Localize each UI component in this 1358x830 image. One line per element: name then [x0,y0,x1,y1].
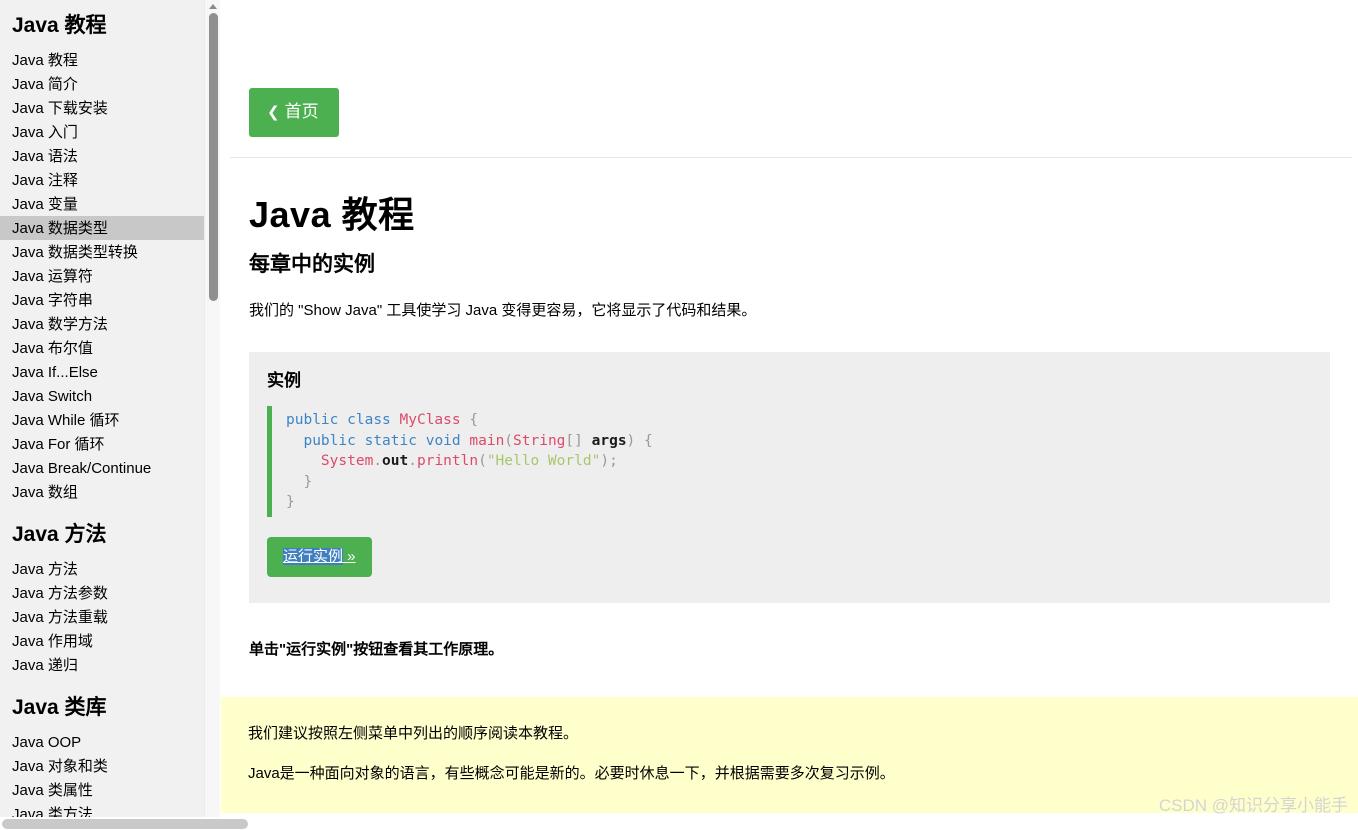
sidebar-navigation: Java 教程Java 教程Java 简介Java 下载安装Java 入门Jav… [0,0,204,830]
code-token: { [644,433,653,449]
home-button-container: ❮首页 [221,0,1358,137]
run-example-label: 运行实例 [283,548,343,565]
main-content: ❮首页 Java 教程 每章中的实例 我们的 "Show Java" 工具使学习… [221,0,1358,830]
example-panel: 实例 public class MyClass { public static … [249,352,1330,603]
sidebar-item-1-7[interactable]: Java 变量 [0,192,204,216]
code-token: ) [627,433,636,449]
page-horizontal-scrollbar[interactable] [0,817,1358,830]
code-token: MyClass [400,412,461,428]
code-token [635,433,644,449]
sidebar-item-1-9[interactable]: Java 数据类型转换 [0,240,204,264]
code-token [356,433,365,449]
sidebar-scrollbar-thumb[interactable] [209,13,218,301]
tip-paragraph: Java是一种面向对象的语言，有些概念可能是新的。必要时休息一下，并根据需要多次… [248,763,1330,785]
page-title: Java 教程 [249,194,1330,236]
code-token: "Hello World" [487,453,601,469]
code-token: } [303,474,312,490]
tip-paragraph: 我们建议按照左侧菜单中列出的顺序阅读本教程。 [248,723,1330,745]
sidebar-item-2-2[interactable]: Java 方法参数 [0,581,204,605]
sidebar-item-1-1[interactable]: Java 教程 [0,48,204,72]
code-token [286,474,303,490]
code-token [583,433,592,449]
sidebar-item-1-8[interactable]: Java 数据类型 [0,216,204,240]
code-token [391,412,400,428]
bold-instruction-note: 单击"运行实例"按钮查看其工作原理。 [249,639,1330,661]
sidebar-item-1-11[interactable]: Java 字符串 [0,288,204,312]
code-token [338,412,347,428]
sidebar-section-heading: Java 方法 [0,504,204,557]
code-token: System [321,453,373,469]
run-example-chevrons-icon: » [343,548,356,565]
sidebar-item-1-6[interactable]: Java 注释 [0,168,204,192]
sidebar-item-2-1[interactable]: Java 方法 [0,557,204,581]
sidebar-item-1-15[interactable]: Java Switch [0,384,204,408]
code-token: { [469,412,478,428]
lead-paragraph: 我们的 "Show Java" 工具使学习 Java 变得更容易，它将显示了代码… [249,300,1330,322]
code-token: [] [565,433,582,449]
sidebar-item-1-13[interactable]: Java 布尔值 [0,336,204,360]
header-divider [230,157,1352,158]
sidebar-item-1-5[interactable]: Java 语法 [0,144,204,168]
code-token: ) [600,453,609,469]
code-token: main [469,433,504,449]
horizontal-scrollbar-thumb[interactable] [2,819,248,829]
sidebar-item-2-4[interactable]: Java 作用域 [0,629,204,653]
csdn-watermark: CSDN @知识分享小能手 [1159,791,1348,816]
section-subtitle: 每章中的实例 [249,252,1330,278]
code-token: ( [504,433,513,449]
sidebar-item-3-2[interactable]: Java 对象和类 [0,754,204,778]
sidebar-vertical-scrollbar[interactable] [204,0,220,830]
code-token: ( [478,453,487,469]
home-button-label: 首页 [285,102,319,121]
run-example-button[interactable]: 运行实例 » [267,537,372,577]
sidebar-item-3-1[interactable]: Java OOP [0,730,204,754]
code-token [286,433,303,449]
sidebar-item-1-14[interactable]: Java If...Else [0,360,204,384]
article-body: Java 教程 每章中的实例 我们的 "Show Java" 工具使学习 Jav… [221,194,1358,830]
code-token: public [286,412,338,428]
code-token: . [373,453,382,469]
sidebar-item-1-4[interactable]: Java 入门 [0,120,204,144]
sidebar-item-2-3[interactable]: Java 方法重载 [0,605,204,629]
sidebar-section-heading: Java 类库 [0,677,204,730]
sidebar-item-3-3[interactable]: Java 类属性 [0,778,204,802]
code-token: . [408,453,417,469]
sidebar-item-1-3[interactable]: Java 下载安装 [0,96,204,120]
sidebar-item-1-16[interactable]: Java While 循环 [0,408,204,432]
code-block-container: public class MyClass { public static voi… [267,406,1312,517]
sidebar-item-1-2[interactable]: Java 简介 [0,72,204,96]
code-token: println [417,453,478,469]
sidebar-item-1-17[interactable]: Java For 循环 [0,432,204,456]
chevron-left-icon: ❮ [267,104,285,121]
sidebar-item-1-18[interactable]: Java Break/Continue [0,456,204,480]
sidebar-list: Java 教程Java 教程Java 简介Java 下载安装Java 入门Jav… [0,0,204,830]
code-token [417,433,426,449]
code-token [286,453,321,469]
code-token: String [513,433,565,449]
java-code-sample[interactable]: public class MyClass { public static voi… [286,410,1312,513]
code-token: out [382,453,408,469]
code-token: static [365,433,417,449]
sidebar-item-1-12[interactable]: Java 数学方法 [0,312,204,336]
sidebar-item-1-10[interactable]: Java 运算符 [0,264,204,288]
code-token: args [592,433,627,449]
code-token: class [347,412,391,428]
sidebar-item-2-5[interactable]: Java 递归 [0,653,204,677]
sidebar-item-1-19[interactable]: Java 数组 [0,480,204,504]
code-token: public [303,433,355,449]
sidebar-section-heading: Java 教程 [0,6,204,48]
scroll-up-arrow-icon[interactable] [209,4,217,9]
code-token: ; [609,453,618,469]
example-title: 实例 [267,370,1312,392]
code-token: } [286,494,295,510]
code-token: void [426,433,461,449]
page-root: Java 教程Java 教程Java 简介Java 下载安装Java 入门Jav… [0,0,1358,830]
home-button[interactable]: ❮首页 [249,88,339,137]
